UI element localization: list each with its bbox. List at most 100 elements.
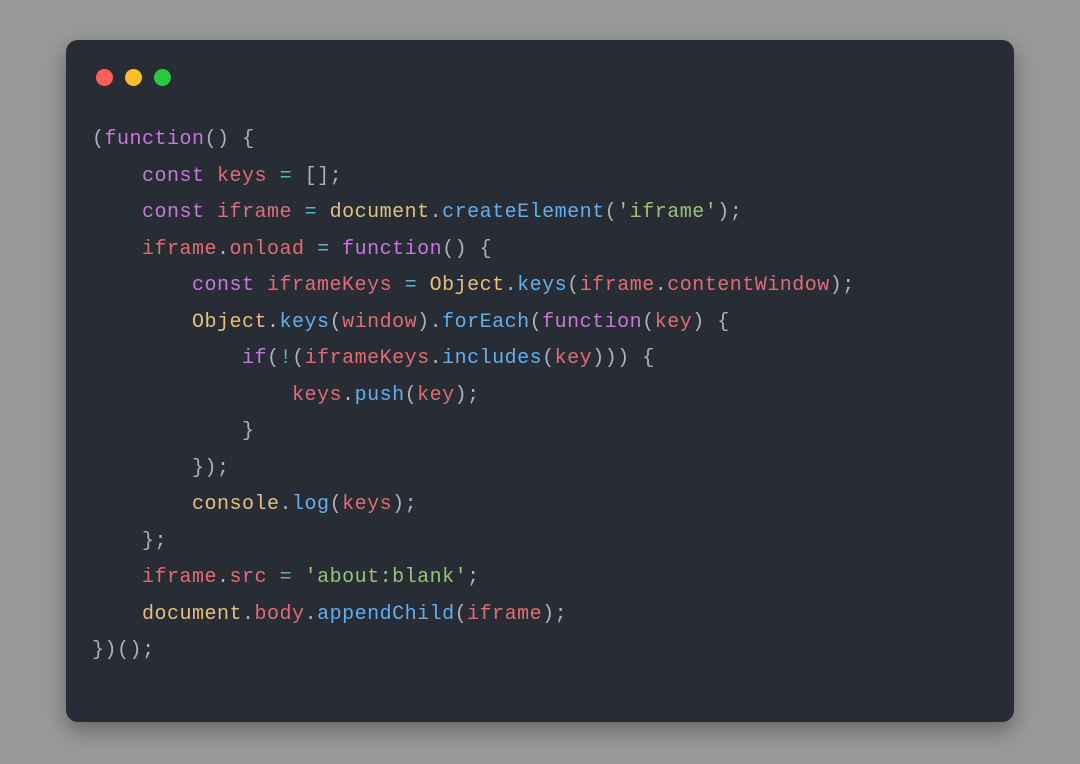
code-token: iframeKeys (267, 274, 392, 297)
code-token: { (480, 238, 493, 261)
code-token (330, 238, 343, 261)
code-token: ; (467, 566, 480, 589)
code-token: . (430, 201, 443, 224)
code-token: = (280, 566, 293, 589)
code-token: includes (442, 347, 542, 370)
code-token: key (555, 347, 593, 370)
code-token: iframe (217, 201, 292, 224)
code-token: ( (442, 238, 455, 261)
code-token: Object (192, 311, 267, 334)
code-token: const (192, 274, 255, 297)
code-token: ) (455, 384, 468, 407)
code-token: ; (330, 165, 343, 188)
code-token: iframeKeys (305, 347, 430, 370)
code-token: function (105, 128, 205, 151)
code-token (392, 274, 405, 297)
code-token: if (242, 347, 267, 370)
code-token: keys (280, 311, 330, 334)
code-token (255, 274, 268, 297)
code-line: iframe.src = 'about:blank'; (92, 560, 988, 597)
code-token: ) (417, 311, 430, 334)
code-token: . (242, 603, 255, 626)
code-token: ; (217, 457, 230, 480)
code-token: = (405, 274, 418, 297)
close-icon[interactable] (96, 69, 113, 86)
code-line: iframe.onload = function() { (92, 232, 988, 269)
code-token: keys (292, 384, 342, 407)
code-token: ( (330, 311, 343, 334)
code-token (267, 165, 280, 188)
code-token: ( (567, 274, 580, 297)
code-token: key (655, 311, 693, 334)
code-token: ; (555, 603, 568, 626)
code-token: ) (542, 603, 555, 626)
code-token: iframe (580, 274, 655, 297)
code-line: }; (92, 524, 988, 561)
code-token: ) (392, 493, 405, 516)
code-token (205, 201, 218, 224)
code-token: iframe (142, 238, 217, 261)
code-token: 'about:blank' (305, 566, 468, 589)
code-token: log (292, 493, 330, 516)
code-token: forEach (442, 311, 530, 334)
code-token: push (355, 384, 405, 407)
code-block: (function() { const keys = []; const ifr… (92, 122, 988, 670)
code-token: } (142, 530, 155, 553)
code-token: ( (530, 311, 543, 334)
code-token: ( (92, 128, 105, 151)
code-token: . (430, 347, 443, 370)
code-token: = (317, 238, 330, 261)
code-token: iframe (142, 566, 217, 589)
code-token: ; (155, 530, 168, 553)
code-token: window (342, 311, 417, 334)
code-token: ( (455, 603, 468, 626)
code-token: . (505, 274, 518, 297)
code-token: ; (730, 201, 743, 224)
code-line: keys.push(key); (92, 378, 988, 415)
code-token: ; (142, 639, 155, 662)
code-token (292, 566, 305, 589)
code-token: ( (267, 347, 280, 370)
code-token: keys (342, 493, 392, 516)
code-token: ) (105, 639, 118, 662)
code-token: . (305, 603, 318, 626)
code-line: const keys = []; (92, 159, 988, 196)
code-token: ( (642, 311, 655, 334)
code-token: . (217, 238, 230, 261)
code-line: if(!(iframeKeys.includes(key))) { (92, 341, 988, 378)
code-token: { (242, 128, 255, 151)
code-token: ) (717, 201, 730, 224)
window-titlebar (96, 62, 988, 92)
code-token (417, 274, 430, 297)
code-token: appendChild (317, 603, 455, 626)
code-token: ) (455, 238, 480, 261)
code-token: ( (205, 128, 218, 151)
code-window: (function() { const keys = []; const ifr… (66, 40, 1014, 722)
code-line: document.body.appendChild(iframe); (92, 597, 988, 634)
code-token: document (330, 201, 430, 224)
minimize-icon[interactable] (125, 69, 142, 86)
code-token: keys (217, 165, 267, 188)
code-token: ( (605, 201, 618, 224)
code-token: ( (542, 347, 555, 370)
code-token: console (192, 493, 280, 516)
code-token: const (142, 201, 205, 224)
code-line: const iframeKeys = Object.keys(iframe.co… (92, 268, 988, 305)
maximize-icon[interactable] (154, 69, 171, 86)
code-token: . (342, 384, 355, 407)
code-token (267, 566, 280, 589)
code-line: }); (92, 451, 988, 488)
code-token: ; (467, 384, 480, 407)
code-token: ) (592, 347, 605, 370)
code-token: } (192, 457, 205, 480)
code-token: body (255, 603, 305, 626)
code-token: ) (692, 311, 717, 334)
code-token: ) (605, 347, 618, 370)
code-line: console.log(keys); (92, 487, 988, 524)
code-token: function (542, 311, 642, 334)
code-token: ) (830, 274, 843, 297)
code-token: 'iframe' (617, 201, 717, 224)
code-token (292, 165, 305, 188)
code-token: createElement (442, 201, 605, 224)
code-token: . (280, 493, 293, 516)
